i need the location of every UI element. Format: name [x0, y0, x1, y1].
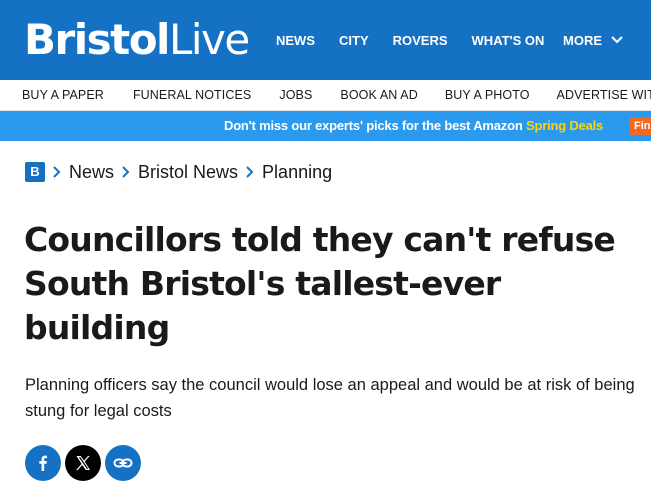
promo-highlight: Spring Deals: [526, 118, 604, 133]
link-icon: [113, 458, 133, 468]
article-headline: Councillors told they can't refuse South…: [24, 220, 616, 347]
sub-nav-jobs[interactable]: JOBS: [279, 88, 312, 102]
main-nav: NEWS CITY ROVERS WHAT'S ON: [264, 0, 568, 80]
breadcrumb-home-icon[interactable]: B: [25, 162, 45, 182]
promo-link[interactable]: Don't miss our experts' picks for the be…: [224, 111, 603, 141]
nav-whats-on[interactable]: WHAT'S ON: [472, 33, 545, 48]
article-standfirst: Planning officers say the council would …: [25, 376, 635, 420]
breadcrumb: B News Bristol News Planning: [25, 160, 332, 184]
sub-nav-funeral-notices[interactable]: FUNERAL NOTICES: [133, 88, 251, 102]
breadcrumb-planning[interactable]: Planning: [262, 162, 332, 183]
x-share-button[interactable]: [65, 445, 101, 481]
facebook-icon: [39, 455, 47, 471]
facebook-share-button[interactable]: [25, 445, 61, 481]
copy-link-button[interactable]: [105, 445, 141, 481]
more-label: MORE: [563, 32, 602, 48]
logo-live: Live: [168, 15, 250, 64]
sub-nav-book-an-ad[interactable]: BOOK AN AD: [340, 88, 417, 102]
more-menu-button[interactable]: MORE: [563, 0, 624, 80]
chevron-right-icon: [245, 165, 255, 179]
sub-nav-buy-a-photo[interactable]: BUY A PHOTO: [445, 88, 530, 102]
chevron-down-icon: [611, 36, 623, 44]
promo-button[interactable]: Fin: [630, 117, 651, 135]
breadcrumb-news[interactable]: News: [69, 162, 114, 183]
promo-text: Don't miss our experts' picks for the be…: [224, 118, 526, 133]
nav-city[interactable]: CITY: [339, 33, 369, 48]
promo-banner: Don't miss our experts' picks for the be…: [0, 111, 651, 141]
bristol-live-logo[interactable]: BristolLive: [24, 12, 250, 68]
site-header: BristolLive NEWS CITY ROVERS WHAT'S ON M…: [0, 0, 651, 80]
chevron-right-icon: [52, 165, 62, 179]
nav-rovers[interactable]: ROVERS: [393, 33, 448, 48]
nav-news[interactable]: NEWS: [276, 33, 315, 48]
share-bar: [25, 445, 145, 481]
logo-bristol: Bristol: [24, 15, 170, 64]
secondary-nav: BUY A PAPER FUNERAL NOTICES JOBS BOOK AN…: [0, 80, 651, 111]
sub-nav-advertise[interactable]: ADVERTISE WIT: [557, 88, 651, 102]
sub-nav-buy-a-paper[interactable]: BUY A PAPER: [22, 88, 104, 102]
breadcrumb-bristol-news[interactable]: Bristol News: [138, 162, 238, 183]
x-icon: [76, 456, 90, 470]
chevron-right-icon: [121, 165, 131, 179]
